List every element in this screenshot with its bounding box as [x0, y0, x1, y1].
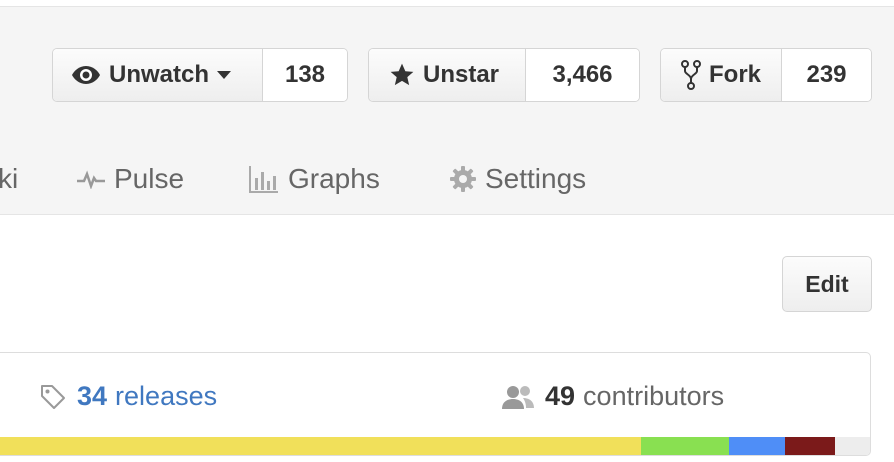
language-bar[interactable] — [0, 437, 870, 455]
contributors-text: contributors — [583, 381, 725, 411]
tab-graphs[interactable]: Graphs — [248, 163, 380, 195]
unstar-label: Unstar — [423, 61, 500, 88]
fork-label: Fork — [709, 61, 762, 88]
edit-description-button[interactable]: Edit — [782, 256, 872, 312]
tab-graphs-label: Graphs — [288, 163, 380, 194]
graph-icon — [248, 164, 280, 194]
people-icon — [501, 384, 535, 410]
releases-text: releases — [115, 381, 218, 411]
unwatch-button[interactable]: Unwatch — [53, 49, 263, 101]
language-segment[interactable] — [640, 437, 730, 455]
language-segment[interactable] — [835, 437, 870, 455]
top-border — [0, 0, 894, 7]
unstar-button[interactable]: Unstar — [369, 49, 526, 101]
unwatch-label: Unwatch — [109, 61, 210, 88]
tag-icon — [39, 383, 67, 411]
releases-link[interactable]: 34 releases — [39, 381, 217, 412]
gear-icon — [449, 165, 477, 193]
language-segment[interactable] — [0, 437, 641, 455]
tab-pulse[interactable]: Pulse — [76, 163, 184, 195]
language-segment[interactable] — [729, 437, 786, 455]
releases-count: 34 — [77, 381, 108, 411]
pulse-icon — [76, 169, 106, 189]
fork-button-group: Fork 239 — [660, 48, 872, 102]
contributors-link[interactable]: 49 contributors — [501, 381, 724, 412]
forks-count[interactable]: 239 — [782, 49, 871, 101]
tab-settings-label: Settings — [485, 163, 587, 194]
watch-button-group: Unwatch 138 — [52, 48, 348, 102]
tab-wiki-label: ki — [0, 163, 19, 194]
contributors-count: 49 — [545, 381, 576, 411]
star-button-group: Unstar 3,466 — [368, 48, 640, 102]
star-icon — [389, 62, 415, 88]
repo-forked-icon — [681, 60, 701, 90]
caret-down-icon — [217, 70, 232, 80]
language-segment[interactable] — [785, 437, 835, 455]
watchers-count[interactable]: 138 — [263, 49, 347, 101]
eye-icon — [71, 64, 101, 86]
tab-pulse-label: Pulse — [114, 163, 185, 194]
tab-settings[interactable]: Settings — [449, 163, 586, 195]
fork-button[interactable]: Fork — [661, 49, 782, 101]
tab-wiki[interactable]: ki — [0, 163, 18, 195]
repo-summary: 34 releases 49 contributors — [0, 352, 871, 456]
stargazers-count[interactable]: 3,466 — [526, 49, 639, 101]
